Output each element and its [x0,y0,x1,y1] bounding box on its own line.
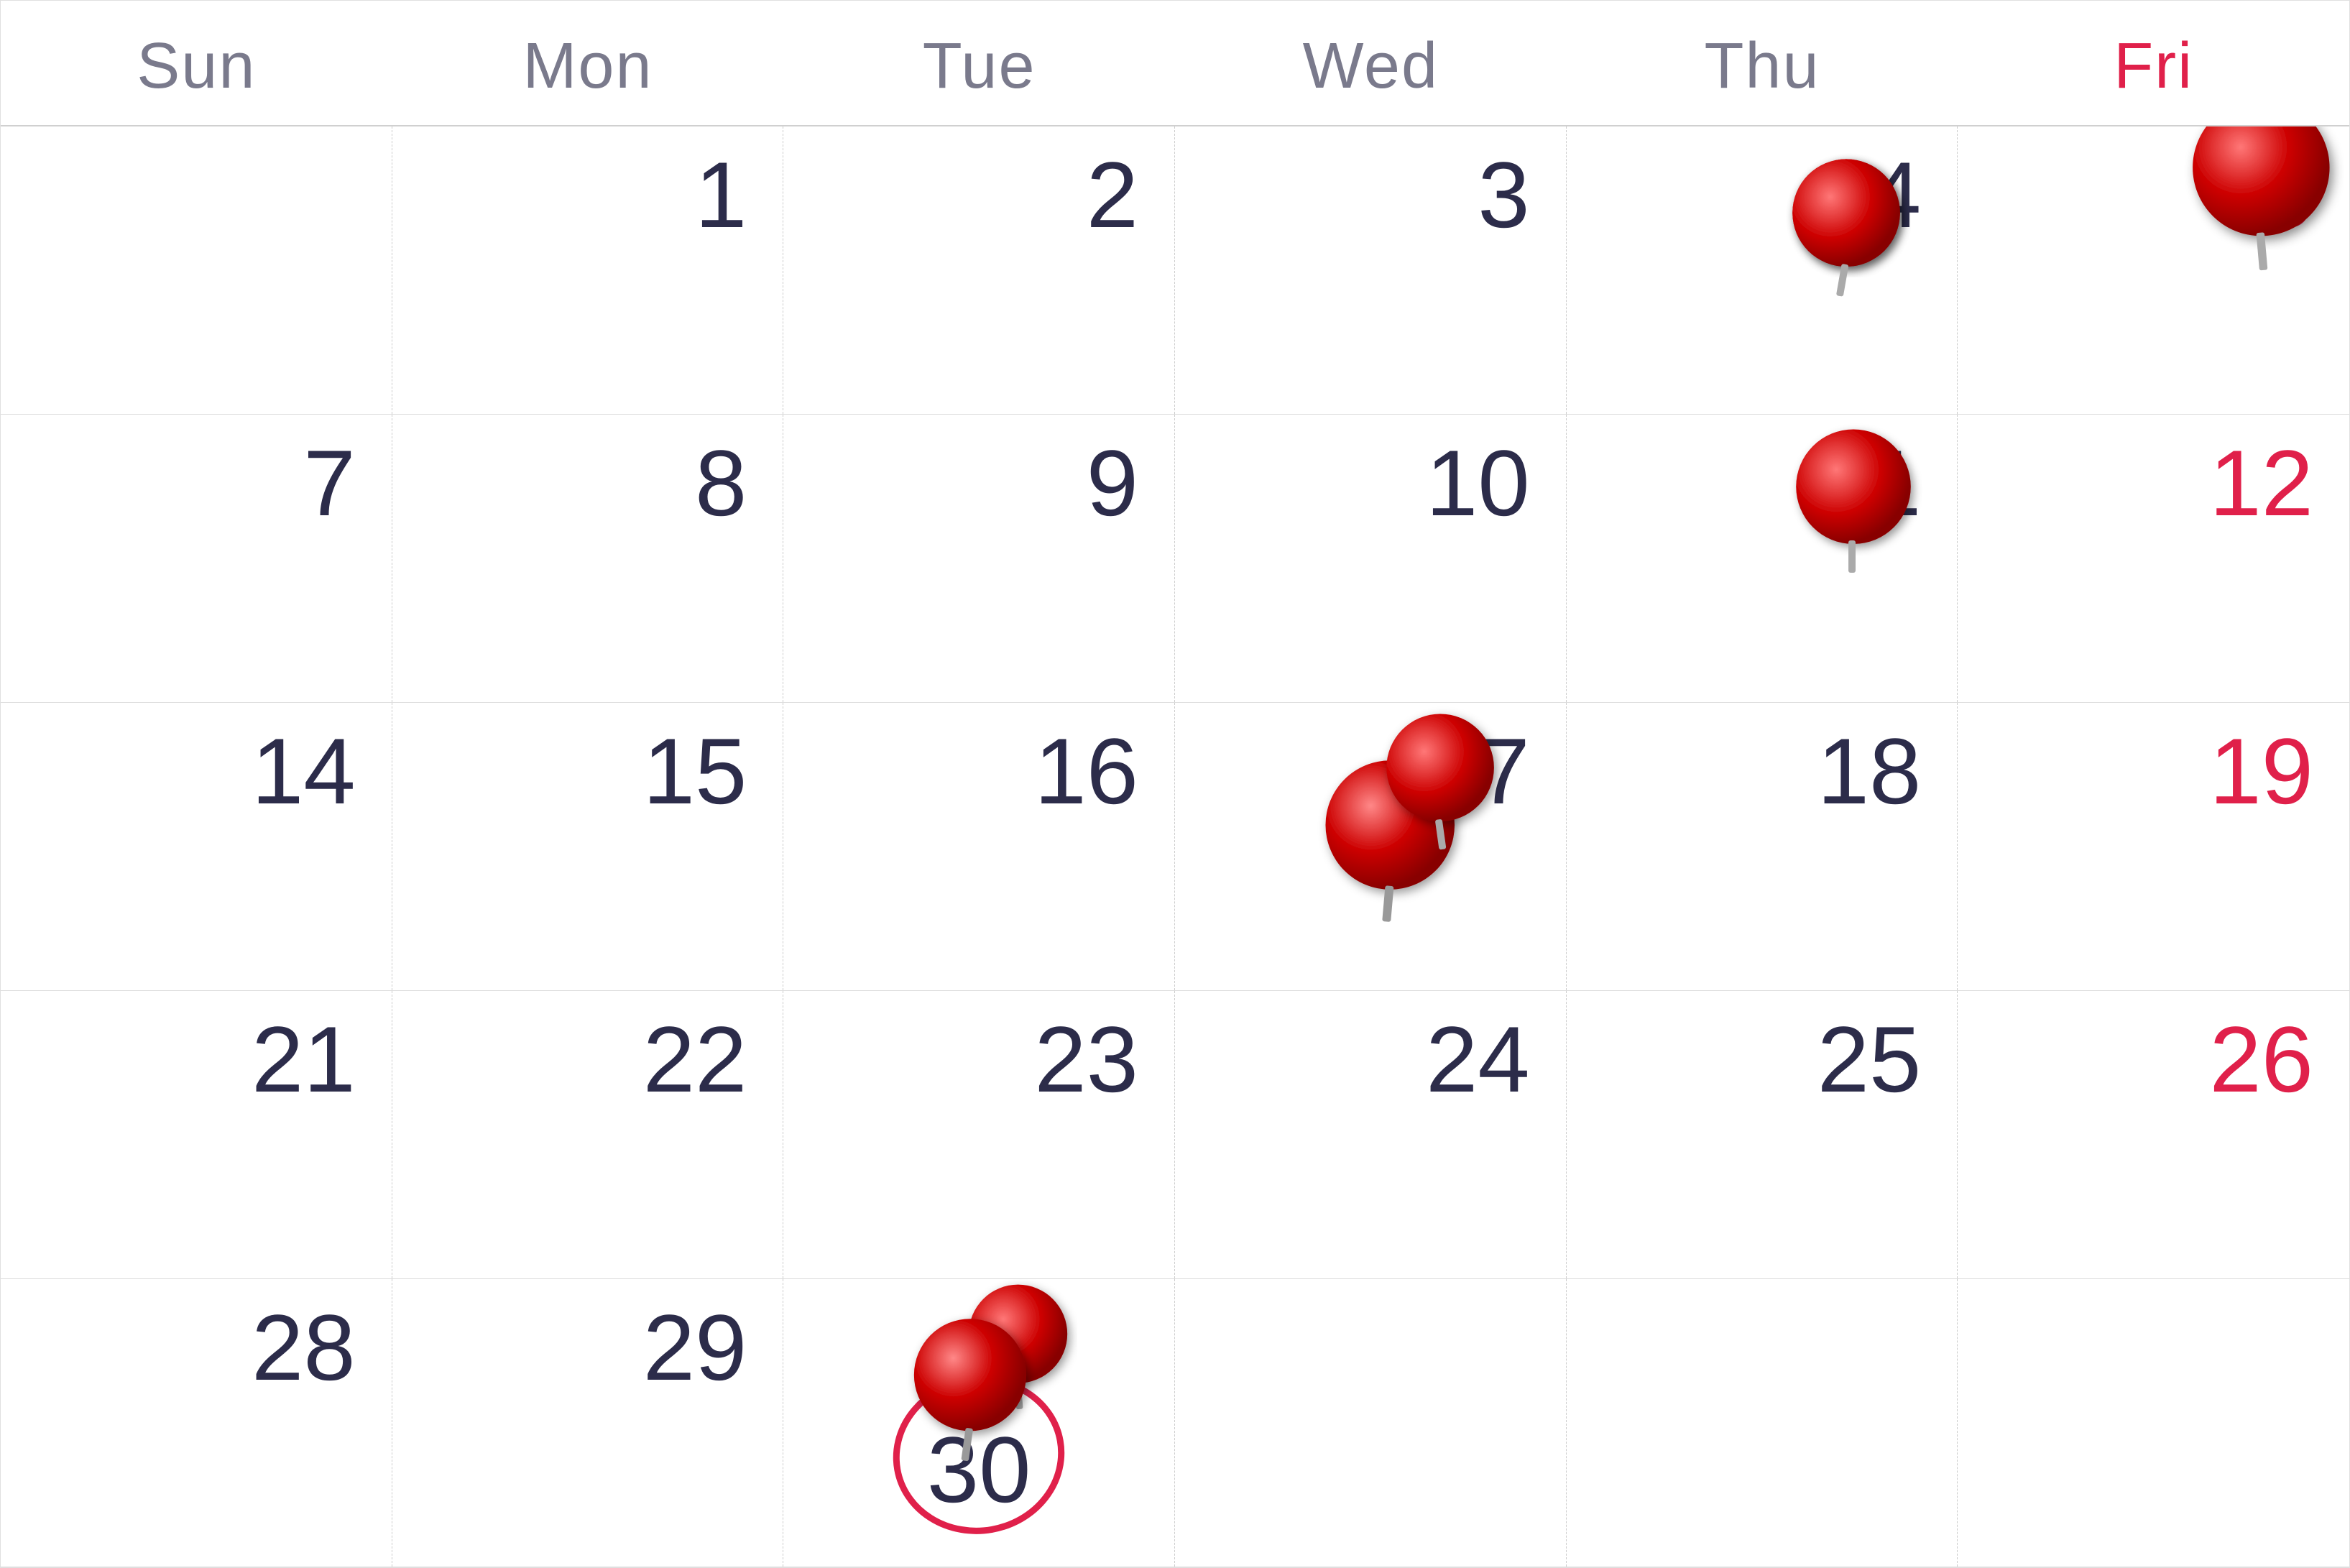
day-number: 8 [695,436,747,530]
day-cell-23: 23 [783,991,1175,1278]
week-row-2: 7 8 9 10 11 [1,415,2349,703]
day-cell-30: 30 [783,1279,1175,1567]
header-wed: Wed [1175,22,1567,111]
day-cell-29: 29 [392,1279,784,1567]
day-cell-17: 17 [1175,703,1567,990]
day-number: 3 [1478,148,1529,241]
day-cell-empty-2 [1175,1279,1567,1567]
day-cell-21: 21 [1,991,392,1278]
week-row-3: 14 15 16 17 [1,703,2349,991]
week-row-5: 28 29 30 [1,1279,2349,1567]
day-number: 14 [252,724,356,818]
day-number: 10 [1426,436,1530,530]
day-number-30: 30 [927,1423,1031,1516]
day-headers: Sun Mon Tue Wed Thu Fri [1,1,2349,126]
day-cell-1: 1 [392,126,784,414]
header-fri: Fri [1958,22,2349,111]
calendar-body: 1 2 3 4 [1,126,2349,1567]
day-number: 2 [1087,148,1138,241]
day-number: 1 [695,148,747,241]
day-number: 28 [252,1301,356,1394]
day-cell-24: 24 [1175,991,1567,1278]
day-cell-15: 15 [392,703,784,990]
day-cell-28: 28 [1,1279,392,1567]
day-cell-2: 2 [783,126,1175,414]
day-number: 21 [252,1013,356,1106]
day-number: 29 [643,1301,747,1394]
day-cell-12: 12 [1958,415,2349,702]
day-number: 22 [643,1013,747,1106]
day-cell-empty-1 [1,126,392,414]
header-thu: Thu [1567,22,1958,111]
calendar: Sun Mon Tue Wed Thu Fri 1 2 3 4 [0,0,2350,1568]
day-number: 12 [2209,436,2313,530]
day-number: 19 [2209,724,2313,818]
day-cell-19: 19 [1958,703,2349,990]
day-cell-25: 25 [1567,991,1958,1278]
day-cell-16: 16 [783,703,1175,990]
week-row-4: 21 22 23 24 25 26 [1,991,2349,1279]
day-cell-7: 7 [1,415,392,702]
day-cell-14: 14 [1,703,392,990]
day-cell-22: 22 [392,991,784,1278]
day-number: 26 [2209,1013,2313,1106]
day-number: 16 [1034,724,1138,818]
day-cell-empty-4 [1958,1279,2349,1567]
header-mon: Mon [392,22,784,111]
day-number: 24 [1426,1013,1530,1106]
day-number: 5 [2262,148,2313,241]
day-number: 15 [643,724,747,818]
day-cell-4: 4 [1567,126,1958,414]
day-cell-18: 18 [1567,703,1958,990]
day-cell-8: 8 [392,415,784,702]
day-number: 11 [1824,436,1921,530]
day-cell-26: 26 [1958,991,2349,1278]
week-row-1: 1 2 3 4 [1,126,2349,415]
day-number: 25 [1817,1013,1922,1106]
day-number: 4 [1869,148,1921,241]
day-cell-5: 5 [1958,126,2349,414]
day-number: 18 [1817,724,1922,818]
day-cell-3: 3 [1175,126,1567,414]
day-cell-11: 11 [1567,415,1958,702]
day-number: 7 [303,436,355,530]
day-cell-empty-3 [1567,1279,1958,1567]
day-number: 23 [1034,1013,1138,1106]
day-number: 9 [1087,436,1138,530]
header-tue: Tue [783,22,1175,111]
day-number: 17 [1426,724,1530,818]
day-cell-9: 9 [783,415,1175,702]
header-sun: Sun [1,22,392,111]
day-cell-10: 10 [1175,415,1567,702]
